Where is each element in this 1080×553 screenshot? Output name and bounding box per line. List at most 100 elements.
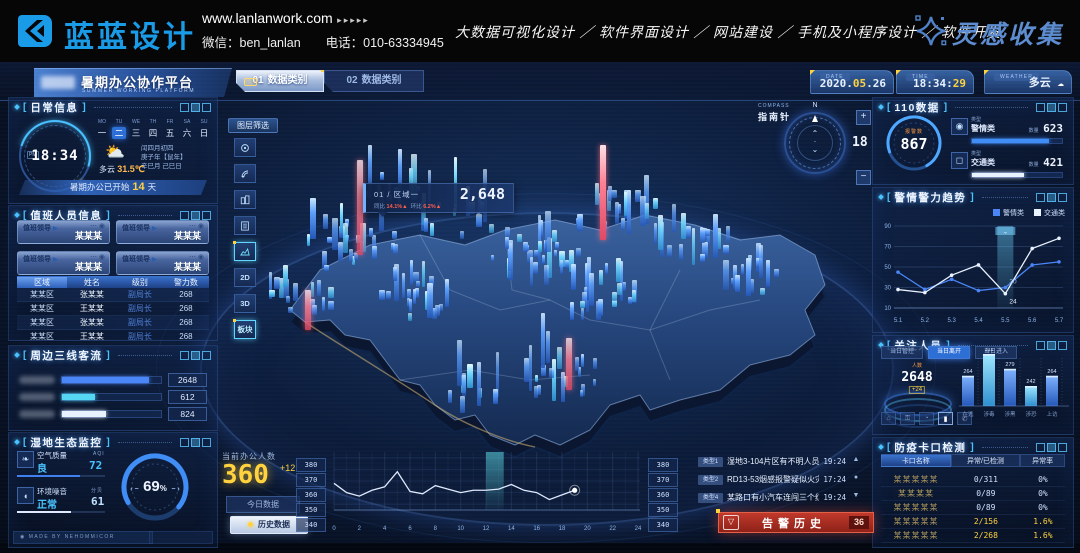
focus-bar-chart[interactable]: 264在逃311涉毒279涉黑242涉恐264上访 — [959, 348, 1069, 429]
weekday-sa[interactable]: SA六 — [180, 119, 194, 139]
alarm-type-value: 数量 623 — [1029, 119, 1063, 137]
panel-eco-monitor: [ 湿地生态监控] ❧ 空气质量 良 AQI 72 ◖ 环境噪音 正常 分贝 6… — [8, 432, 218, 548]
checkpoint-row[interactable]: 某某某某某2/1561.6% — [881, 514, 1065, 529]
tooltip-value: 2,648 — [460, 185, 505, 203]
panel-title: 警情警力趋势 — [894, 190, 966, 205]
y-axis-label: 340 — [296, 518, 326, 532]
y-axis-labels-left: 380370360350340 — [296, 458, 326, 533]
tool-button-2D[interactable]: 2D — [234, 268, 256, 287]
time-widget: TIME 18:34:29 — [896, 70, 974, 94]
duty-leader-card[interactable]: 值班领导▶⋯ ◉某某某 — [116, 251, 209, 275]
table-row[interactable]: 某某区王某某副局长268 — [17, 330, 209, 341]
weekday-th[interactable]: TH四 — [146, 119, 160, 139]
person-icon[interactable]: ◔ — [919, 412, 934, 425]
panel-window-controls[interactable] — [1036, 103, 1067, 112]
y-axis-label: 380 — [296, 458, 326, 472]
checkpoint-row[interactable]: 某某某某某0/3110% — [881, 472, 1065, 487]
building-tool-button[interactable] — [234, 190, 256, 209]
col-header[interactable]: 级别 — [117, 277, 163, 288]
scroll-up-icon[interactable]: ▲ — [851, 456, 861, 463]
panel-title: 周边三线客流 — [30, 348, 102, 363]
table-row[interactable]: 某某区王某某副局长268 — [17, 302, 209, 316]
zoom-in-button[interactable]: + — [856, 110, 871, 125]
alert-tag: 类型4 — [698, 493, 723, 503]
col-header[interactable]: 异常/已检测 — [951, 454, 1021, 467]
tab-data-category-02[interactable]: 02数据类别 — [324, 70, 424, 92]
office-line-chart[interactable]: 024681012141618202224 — [330, 448, 644, 541]
weekday-we[interactable]: WE三 — [129, 119, 143, 139]
svg-text:4: 4 — [383, 526, 387, 532]
checkpoint-row[interactable]: 某某某某某2/2681.6% — [881, 528, 1065, 543]
checkpoint-row[interactable]: 某某某某某0/890% — [881, 500, 1065, 515]
scroll-dot-icon[interactable]: ● — [851, 474, 861, 481]
col-header[interactable]: 姓名 — [67, 277, 117, 288]
alarm-history-banner[interactable]: ▽ 告警历史 36 — [718, 512, 874, 533]
weekday-fr[interactable]: FR五 — [163, 119, 177, 139]
platform-subtitle: SUMMER WORKING PLATFORM — [82, 88, 195, 94]
redacted-line-label — [19, 410, 55, 418]
alert-time: 19:24 — [823, 457, 846, 466]
tab-data-category-01[interactable]: 01数据类别 — [236, 70, 324, 92]
alert-tag: 类型1 — [698, 457, 723, 467]
svg-text:242: 242 — [1026, 379, 1035, 385]
svg-text:涉毒: 涉毒 — [983, 410, 995, 418]
panel-window-controls[interactable] — [1036, 443, 1067, 452]
alert-row[interactable]: 类型1湿地3-104片区有不明人员闯入19:24 — [698, 454, 846, 469]
today-data-button[interactable]: 今日数据 — [226, 496, 300, 513]
svg-text:5.6: 5.6 — [1028, 318, 1037, 324]
duty-table-header: 区域姓名级别警力数 — [17, 276, 209, 288]
alert-row[interactable]: 类型2RD13-53烟感报警疑似火灾17:24 — [698, 472, 846, 487]
signal-tool-button[interactable] — [234, 164, 256, 183]
weekday-su[interactable]: SU日 — [197, 119, 211, 139]
panel-daily-info: [ 日常信息] PM 18:34 MO一TU二WE三TH四FR五SA六SU日 ⛅… — [8, 97, 218, 204]
panel-window-controls[interactable] — [180, 103, 211, 112]
duty-leader-card[interactable]: 值班领导▶⋯ ◉某某某 — [17, 220, 110, 244]
svg-text:90: 90 — [884, 224, 891, 230]
duty-leader-card[interactable]: 值班领导▶⋯ ◉某某某 — [17, 251, 110, 275]
website-link[interactable]: www.lanlanwork.com — [202, 10, 333, 26]
tool-button-板块[interactable]: 板块 — [234, 320, 256, 339]
weather-today: 多云 31.5℃ — [99, 164, 145, 175]
weather-widget: WEATHER 多云 ☁ — [984, 70, 1072, 94]
panel-window-controls[interactable] — [1036, 193, 1067, 202]
battery-icon[interactable]: ▮ — [938, 412, 953, 425]
panel-window-controls[interactable] — [180, 351, 211, 360]
weekday-mo[interactable]: MO一 — [95, 119, 109, 139]
tool-button-3D[interactable]: 3D — [234, 294, 256, 313]
svg-text:70: 70 — [884, 245, 891, 251]
col-header[interactable]: 警力数 — [163, 277, 209, 288]
col-header[interactable]: 卡口名称 — [881, 454, 951, 467]
contact-line: 微信：ben_lanlan 电话：010-63334945 — [202, 32, 444, 51]
marker-tool-button[interactable] — [234, 138, 256, 157]
alert-text: 某路口有小汽车连闯三个红灯 — [727, 492, 819, 503]
panel-window-controls[interactable] — [180, 211, 211, 220]
notice-prefix: 暑期办公已开始 — [70, 182, 130, 192]
table-row[interactable]: 某某区张某某副局长268 — [17, 288, 209, 302]
flow-bar-fill — [62, 411, 106, 417]
duty-leader-card[interactable]: 值班领导▶⋯ ◉某某某 — [116, 220, 209, 244]
alert-row[interactable]: 类型4某路口有小汽车连闯三个红灯19:24 — [698, 490, 846, 505]
col-header[interactable]: 区域 — [17, 277, 67, 288]
key-icon[interactable]: ⚿ — [900, 412, 915, 425]
city-3d-map[interactable] — [250, 150, 840, 490]
compass[interactable]: N ⌃·⌄ — [784, 112, 846, 174]
weekday-tu[interactable]: TU二 — [112, 119, 126, 139]
document-tool-button[interactable] — [234, 216, 256, 235]
checkpoint-row[interactable]: 某某某某0/890% — [881, 486, 1065, 501]
car-icon[interactable]: ⌂ — [881, 412, 896, 425]
scroll-down-icon[interactable]: ▼ — [851, 492, 861, 499]
panel-window-controls[interactable] — [180, 438, 211, 447]
table-row[interactable]: 某某区张某某副局长268 — [17, 316, 209, 330]
svg-text:264: 264 — [1047, 369, 1056, 375]
trend-line-chart[interactable]: 9070503010⌄30245.15.25.35.45.55.65.7 — [877, 220, 1069, 331]
zoom-out-button[interactable]: − — [856, 170, 871, 185]
alarm-type-bar — [971, 138, 1063, 144]
wechat-label: 微信：ben_lanlan — [202, 36, 301, 50]
svg-text:涉黑: 涉黑 — [1004, 410, 1016, 418]
bar-chart-tool-button[interactable] — [234, 242, 256, 261]
panel-title: 日常信息 — [30, 100, 78, 115]
table-cell: 268 — [163, 290, 209, 299]
lunar-line: 庚子年【鼠年】 — [141, 153, 187, 162]
col-header[interactable]: 异常率 — [1020, 454, 1065, 467]
panel-passenger-flow: [ 周边三线客流] 2648612824 — [8, 345, 218, 431]
